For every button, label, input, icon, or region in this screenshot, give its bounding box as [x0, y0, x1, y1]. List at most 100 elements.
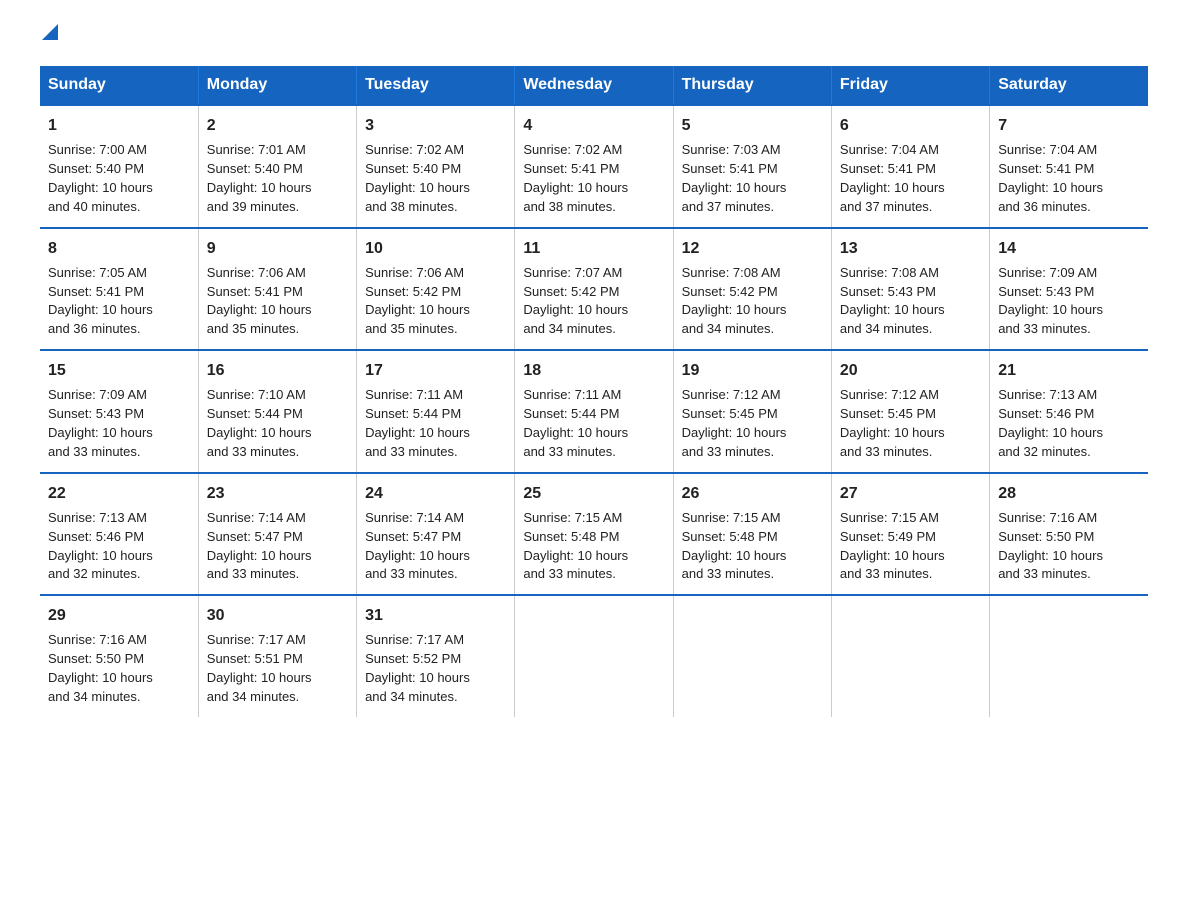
header-monday: Monday [198, 66, 356, 105]
sunset-label: Sunset: 5:49 PM [840, 529, 936, 544]
calendar-cell: 16Sunrise: 7:10 AMSunset: 5:44 PMDayligh… [198, 350, 356, 473]
day-number: 13 [840, 237, 981, 260]
calendar-cell: 28Sunrise: 7:16 AMSunset: 5:50 PMDayligh… [990, 473, 1148, 596]
sunset-label: Sunset: 5:41 PM [48, 284, 144, 299]
daylight-minutes: and 39 minutes. [207, 199, 300, 214]
day-number: 27 [840, 482, 981, 505]
sunset-label: Sunset: 5:42 PM [523, 284, 619, 299]
sunset-label: Sunset: 5:43 PM [998, 284, 1094, 299]
sunset-label: Sunset: 5:45 PM [682, 406, 778, 421]
calendar-cell [990, 595, 1148, 717]
day-number: 15 [48, 359, 190, 382]
daylight-label: Daylight: 10 hours [682, 548, 787, 563]
day-number: 5 [682, 114, 823, 137]
sunset-label: Sunset: 5:42 PM [365, 284, 461, 299]
sunset-label: Sunset: 5:41 PM [998, 161, 1094, 176]
daylight-label: Daylight: 10 hours [207, 670, 312, 685]
calendar-week-1: 1Sunrise: 7:00 AMSunset: 5:40 PMDaylight… [40, 105, 1148, 228]
daylight-minutes: and 34 minutes. [682, 321, 775, 336]
calendar-cell: 31Sunrise: 7:17 AMSunset: 5:52 PMDayligh… [357, 595, 515, 717]
calendar-cell: 15Sunrise: 7:09 AMSunset: 5:43 PMDayligh… [40, 350, 198, 473]
day-number: 23 [207, 482, 348, 505]
daylight-label: Daylight: 10 hours [48, 670, 153, 685]
sunset-label: Sunset: 5:50 PM [998, 529, 1094, 544]
sunrise-label: Sunrise: 7:06 AM [207, 265, 306, 280]
daylight-minutes: and 36 minutes. [998, 199, 1091, 214]
day-number: 6 [840, 114, 981, 137]
daylight-minutes: and 33 minutes. [207, 444, 300, 459]
sunset-label: Sunset: 5:42 PM [682, 284, 778, 299]
day-number: 3 [365, 114, 506, 137]
sunrise-label: Sunrise: 7:17 AM [365, 632, 464, 647]
daylight-minutes: and 37 minutes. [682, 199, 775, 214]
sunrise-label: Sunrise: 7:15 AM [682, 510, 781, 525]
daylight-label: Daylight: 10 hours [840, 425, 945, 440]
day-number: 25 [523, 482, 664, 505]
sunset-label: Sunset: 5:44 PM [207, 406, 303, 421]
calendar-cell: 23Sunrise: 7:14 AMSunset: 5:47 PMDayligh… [198, 473, 356, 596]
calendar-cell: 20Sunrise: 7:12 AMSunset: 5:45 PMDayligh… [831, 350, 989, 473]
daylight-minutes: and 36 minutes. [48, 321, 141, 336]
daylight-minutes: and 34 minutes. [48, 689, 141, 704]
calendar-cell: 5Sunrise: 7:03 AMSunset: 5:41 PMDaylight… [673, 105, 831, 228]
day-number: 11 [523, 237, 664, 260]
day-number: 10 [365, 237, 506, 260]
sunrise-label: Sunrise: 7:17 AM [207, 632, 306, 647]
sunset-label: Sunset: 5:41 PM [207, 284, 303, 299]
sunrise-label: Sunrise: 7:14 AM [365, 510, 464, 525]
calendar-week-5: 29Sunrise: 7:16 AMSunset: 5:50 PMDayligh… [40, 595, 1148, 717]
calendar-cell: 25Sunrise: 7:15 AMSunset: 5:48 PMDayligh… [515, 473, 673, 596]
daylight-label: Daylight: 10 hours [48, 180, 153, 195]
calendar-cell: 12Sunrise: 7:08 AMSunset: 5:42 PMDayligh… [673, 228, 831, 351]
day-number: 12 [682, 237, 823, 260]
daylight-label: Daylight: 10 hours [207, 425, 312, 440]
daylight-label: Daylight: 10 hours [523, 302, 628, 317]
calendar-cell: 18Sunrise: 7:11 AMSunset: 5:44 PMDayligh… [515, 350, 673, 473]
day-number: 19 [682, 359, 823, 382]
day-number: 29 [48, 604, 190, 627]
sunrise-label: Sunrise: 7:02 AM [523, 142, 622, 157]
calendar-week-3: 15Sunrise: 7:09 AMSunset: 5:43 PMDayligh… [40, 350, 1148, 473]
calendar-cell: 2Sunrise: 7:01 AMSunset: 5:40 PMDaylight… [198, 105, 356, 228]
logo [40, 30, 58, 46]
sunset-label: Sunset: 5:43 PM [840, 284, 936, 299]
daylight-minutes: and 34 minutes. [365, 689, 458, 704]
calendar-cell: 24Sunrise: 7:14 AMSunset: 5:47 PMDayligh… [357, 473, 515, 596]
header-friday: Friday [831, 66, 989, 105]
day-number: 7 [998, 114, 1140, 137]
daylight-minutes: and 33 minutes. [365, 566, 458, 581]
daylight-label: Daylight: 10 hours [523, 425, 628, 440]
daylight-minutes: and 38 minutes. [365, 199, 458, 214]
calendar-cell: 3Sunrise: 7:02 AMSunset: 5:40 PMDaylight… [357, 105, 515, 228]
sunrise-label: Sunrise: 7:15 AM [840, 510, 939, 525]
calendar-cell: 6Sunrise: 7:04 AMSunset: 5:41 PMDaylight… [831, 105, 989, 228]
day-number: 14 [998, 237, 1140, 260]
sunset-label: Sunset: 5:44 PM [523, 406, 619, 421]
calendar-cell: 21Sunrise: 7:13 AMSunset: 5:46 PMDayligh… [990, 350, 1148, 473]
sunrise-label: Sunrise: 7:09 AM [48, 387, 147, 402]
calendar-cell: 19Sunrise: 7:12 AMSunset: 5:45 PMDayligh… [673, 350, 831, 473]
daylight-minutes: and 34 minutes. [207, 689, 300, 704]
calendar-cell: 13Sunrise: 7:08 AMSunset: 5:43 PMDayligh… [831, 228, 989, 351]
day-number: 18 [523, 359, 664, 382]
sunrise-label: Sunrise: 7:16 AM [48, 632, 147, 647]
day-number: 17 [365, 359, 506, 382]
daylight-label: Daylight: 10 hours [207, 302, 312, 317]
calendar-cell: 27Sunrise: 7:15 AMSunset: 5:49 PMDayligh… [831, 473, 989, 596]
daylight-label: Daylight: 10 hours [365, 670, 470, 685]
sunset-label: Sunset: 5:40 PM [365, 161, 461, 176]
day-number: 30 [207, 604, 348, 627]
sunrise-label: Sunrise: 7:12 AM [840, 387, 939, 402]
daylight-minutes: and 37 minutes. [840, 199, 933, 214]
day-number: 24 [365, 482, 506, 505]
page-header [40, 30, 1148, 46]
daylight-minutes: and 33 minutes. [523, 444, 616, 459]
daylight-label: Daylight: 10 hours [682, 425, 787, 440]
logo-triangle-icon [42, 24, 58, 40]
daylight-minutes: and 38 minutes. [523, 199, 616, 214]
calendar-cell: 7Sunrise: 7:04 AMSunset: 5:41 PMDaylight… [990, 105, 1148, 228]
daylight-minutes: and 40 minutes. [48, 199, 141, 214]
calendar-cell: 17Sunrise: 7:11 AMSunset: 5:44 PMDayligh… [357, 350, 515, 473]
daylight-label: Daylight: 10 hours [48, 425, 153, 440]
calendar-header-row: SundayMondayTuesdayWednesdayThursdayFrid… [40, 66, 1148, 105]
